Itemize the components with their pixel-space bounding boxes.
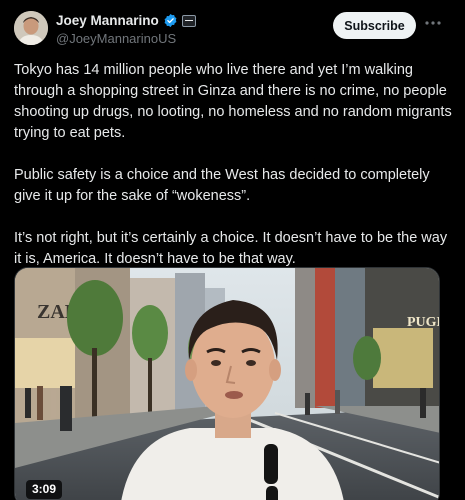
avatar-image	[14, 11, 48, 45]
store-sign-right: PUGET	[407, 315, 440, 330]
post-paragraph: Public safety is a choice and the West h…	[14, 167, 430, 204]
verified-badge-icon	[164, 13, 177, 28]
author-name[interactable]: Joey Mannarino	[56, 13, 159, 28]
post-paragraph: Tokyo has 14 million people who live the…	[14, 62, 452, 141]
author-handle[interactable]: @JoeyMannarinoUS	[56, 31, 176, 46]
tweet-post: Joey Mannarino @JoeyMannarinoUS Subscrib…	[0, 0, 465, 500]
author-name-row: Joey Mannarino	[56, 13, 196, 28]
video-duration-badge: 3:09	[26, 480, 63, 499]
subscribe-button[interactable]: Subscribe	[333, 12, 416, 39]
more-options-icon[interactable]	[424, 14, 442, 32]
post-paragraph: It’s not right, but it’s certainly a cho…	[14, 230, 448, 267]
post-text: Tokyo has 14 million people who live the…	[14, 60, 454, 291]
author-avatar[interactable]	[14, 11, 48, 45]
affiliation-badge-icon	[181, 14, 196, 27]
video-player[interactable]: ZARA PUGET	[14, 267, 440, 500]
video-thumbnail: ZARA PUGET	[15, 268, 440, 500]
